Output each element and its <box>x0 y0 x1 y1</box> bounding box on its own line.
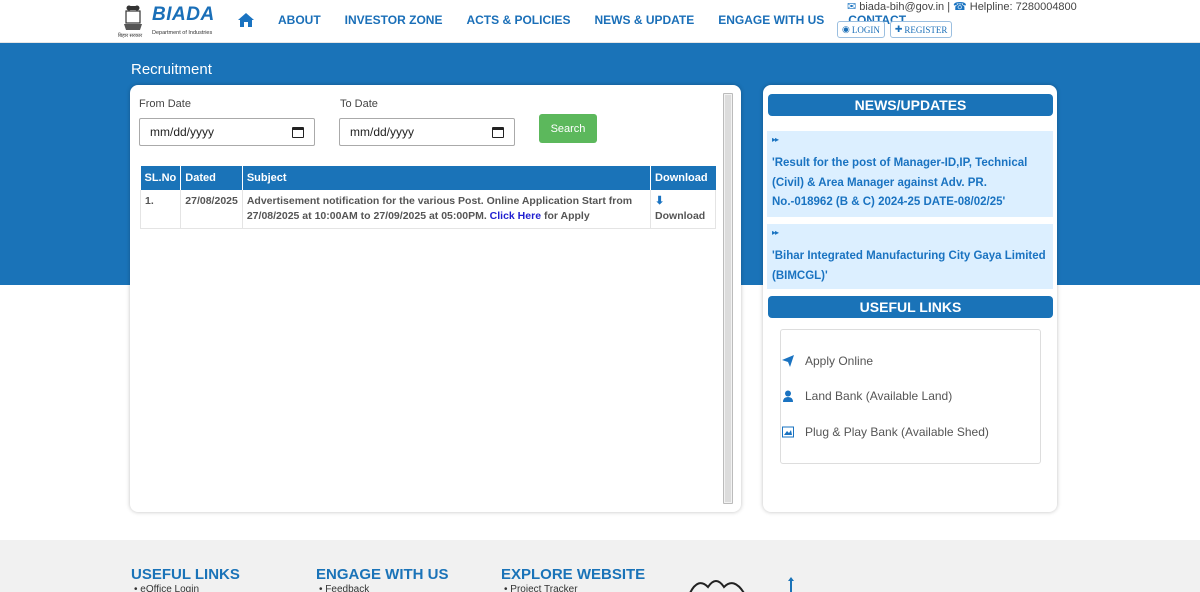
phone-icon: ☎ <box>953 1 967 13</box>
contact-info: ✉ biada-bih@gov.in | ☎ Helpline: 7280004… <box>847 0 1077 14</box>
footer-link-label[interactable]: Project Tracker <box>510 584 577 592</box>
cell-subject: Advertisement notification for the vario… <box>242 190 652 229</box>
double-arrow-icon: ▸▸ <box>772 135 779 144</box>
home-icon[interactable] <box>238 13 254 27</box>
nav-engage-with-us[interactable]: ENGAGE WITH US <box>718 13 824 27</box>
search-button[interactable]: Search <box>539 114 597 143</box>
footer-useful-links-heading: USEFUL LINKS <box>131 566 240 583</box>
from-date-placeholder: mm/dd/yyyy <box>150 125 215 139</box>
link-label[interactable]: Apply Online <box>805 354 873 368</box>
login-button[interactable]: ◉ LOGIN <box>837 21 885 38</box>
useful-links-heading: USEFUL LINKS <box>768 296 1053 318</box>
footer-logo-icon <box>786 575 796 592</box>
brand-name: BIADA <box>152 4 215 25</box>
link-label[interactable]: Plug & Play Bank (Available Shed) <box>805 425 989 439</box>
site-header: BIADA Department of Industries बिहार सरक… <box>0 0 1200 43</box>
from-date-input[interactable]: mm/dd/yyyy <box>139 118 315 146</box>
register-button[interactable]: ✚ REGISTER <box>889 21 953 38</box>
cell-dated: 27/08/2025 <box>180 190 243 229</box>
footer-link-feedback[interactable]: • Feedback <box>319 584 369 592</box>
paper-plane-icon <box>782 355 794 367</box>
col-header-dated: Dated <box>180 166 243 190</box>
panel-scrollbar[interactable] <box>723 93 733 504</box>
subject-suffix: for Apply <box>543 210 590 222</box>
footer-link-label[interactable]: eOffice Login <box>140 584 199 592</box>
table-header-row: SL.No Dated Subject Download <box>140 166 716 190</box>
news-item-text[interactable]: 'Result for the post of Manager-ID,IP, T… <box>772 154 1048 213</box>
image-icon <box>782 426 794 438</box>
recruitment-panel <box>130 85 741 512</box>
nav-about[interactable]: ABOUT <box>278 13 321 27</box>
news-item-text[interactable]: 'Bihar Integrated Manufacturing City Gay… <box>772 247 1048 286</box>
auth-buttons: ◉ LOGIN ✚ REGISTER <box>837 21 953 38</box>
link-apply-online[interactable]: Apply Online <box>780 353 873 369</box>
click-here-link[interactable]: Click Here <box>490 210 541 222</box>
info-separator: | <box>947 0 951 13</box>
footer-explore-heading: EXPLORE WEBSITE <box>501 566 646 583</box>
download-icon[interactable]: ⬇ <box>655 194 711 209</box>
recruitment-table: SL.No Dated Subject Download 1. 27/08/20… <box>139 166 716 229</box>
login-label: LOGIN <box>851 24 880 35</box>
footer-engage-heading: ENGAGE WITH US <box>316 566 449 583</box>
cell-download[interactable]: ⬇ Download <box>650 190 716 229</box>
double-arrow-icon: ▸▸ <box>772 228 779 237</box>
footer-link-eoffice[interactable]: • eOffice Login <box>134 584 199 592</box>
col-header-subject: Subject <box>242 166 652 190</box>
to-date-label: To Date <box>340 98 378 110</box>
col-header-slno: SL.No <box>140 166 182 190</box>
download-label[interactable]: Download <box>655 210 705 222</box>
link-plug-play-bank[interactable]: Plug & Play Bank (Available Shed) <box>780 424 989 440</box>
news-updates-heading: NEWS/UPDATES <box>768 94 1053 116</box>
emblem-caption: बिहार सरकार <box>118 33 143 39</box>
calendar-icon[interactable] <box>492 127 504 138</box>
helpline-text: Helpline: 7280004800 <box>969 0 1077 13</box>
to-date-input[interactable]: mm/dd/yyyy <box>339 118 515 146</box>
nav-acts-policies[interactable]: ACTS & POLICIES <box>466 13 570 27</box>
page-title: Recruitment <box>131 61 212 78</box>
register-label: REGISTER <box>904 24 948 35</box>
user-circle-icon: ◉ <box>842 24 850 34</box>
user-icon <box>782 390 794 402</box>
calendar-icon[interactable] <box>292 127 304 138</box>
footer-emblem-icon <box>688 575 748 592</box>
from-date-label: From Date <box>139 98 191 110</box>
user-plus-icon: ✚ <box>894 24 903 34</box>
news-item[interactable]: ▸▸ 'Result for the post of Manager-ID,IP… <box>767 131 1053 217</box>
brand-subtitle: Department of Industries <box>152 30 213 36</box>
to-date-placeholder: mm/dd/yyyy <box>350 125 415 139</box>
main-nav: ABOUT INVESTOR ZONE ACTS & POLICIES NEWS… <box>238 12 930 28</box>
footer-link-label[interactable]: Feedback <box>325 584 369 592</box>
scrollbar-thumb[interactable] <box>725 95 731 502</box>
cell-slno: 1. <box>139 190 182 229</box>
email-text[interactable]: biada-bih@gov.in <box>859 1 944 13</box>
envelope-icon: ✉ <box>847 1 857 13</box>
table-row: 1. 27/08/2025 Advertisement notification… <box>139 190 716 229</box>
link-land-bank[interactable]: Land Bank (Available Land) <box>780 388 952 404</box>
biada-logo[interactable]: BIADA Department of Industries बिहार सरक… <box>118 2 214 40</box>
col-header-download: Download <box>650 166 716 190</box>
nav-investor-zone[interactable]: INVESTOR ZONE <box>345 13 443 27</box>
link-label[interactable]: Land Bank (Available Land) <box>805 389 952 403</box>
footer-link-project-tracker[interactable]: • Project Tracker <box>504 584 578 592</box>
nav-news-update[interactable]: NEWS & UPDATE <box>594 13 694 27</box>
news-item[interactable]: ▸▸ 'Bihar Integrated Manufacturing City … <box>767 224 1053 289</box>
